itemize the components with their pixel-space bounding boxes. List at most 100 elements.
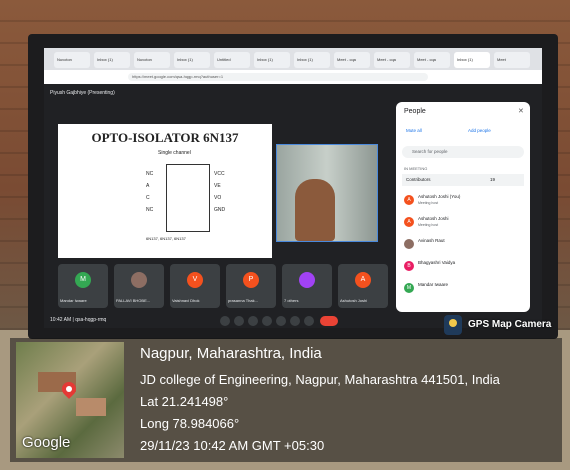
person-name: Ashutosh Joshi: [418, 216, 449, 221]
mic-button[interactable]: [220, 316, 230, 326]
list-item[interactable]: B Bhagyashri Vaidya: [402, 258, 524, 274]
browser-tab[interactable]: Meet: [494, 52, 530, 68]
browser-tab-bar: Nuvoton Inbox (1) Nuvoton Inbox (1) Untitled…: [44, 48, 542, 70]
participant-name: Mandar Iwaare: [60, 298, 87, 303]
contributors-header[interactable]: Contributors 19: [402, 174, 524, 186]
slide-subtitle: Single channel: [158, 150, 191, 156]
map-thumbnail: Google: [16, 342, 124, 458]
pin-label: VE: [214, 183, 221, 189]
people-panel-title: People: [404, 108, 426, 115]
location-latitude: Lat 21.241498°: [140, 394, 229, 409]
presenter-label: Piyush Gajbhiye (Presenting): [50, 90, 115, 96]
shared-slide: OPTO-ISOLATOR 6N137 Single channel NC A C N…: [58, 124, 272, 258]
person-name: Avinash Raut: [418, 238, 445, 243]
pin-label: VCC: [214, 171, 225, 177]
avatar: A: [404, 217, 414, 227]
avatar: [404, 239, 414, 249]
present-button[interactable]: [276, 316, 286, 326]
mute-all-button[interactable]: Mute all: [406, 128, 422, 133]
person-role: Meeting host: [418, 223, 439, 227]
participant-name: 7 others: [284, 298, 299, 303]
speaker-person: [295, 179, 335, 241]
pin-label: GND: [214, 207, 226, 213]
location-datetime: 29/11/23 10:42 AM GMT +05:30: [140, 438, 325, 453]
url-field[interactable]: https://meet.google.com/qsa-hqgp-rmq?aut…: [128, 73, 428, 81]
participant-tile[interactable]: 7 others: [282, 264, 332, 308]
location-city: Nagpur, Maharashtra, India: [140, 345, 322, 362]
google-logo: Google: [22, 434, 71, 451]
people-panel: People ✕ Mute all Add people Search for …: [396, 102, 530, 312]
list-item[interactable]: M Mandar Iwaare: [402, 280, 524, 296]
gps-camera-icon: [444, 315, 462, 335]
participant-tile[interactable]: A Ashutosh Joshi: [338, 264, 388, 308]
avatar: [131, 272, 147, 288]
pin-label: C: [146, 195, 150, 201]
person-name: Mandar Iwaare: [418, 282, 449, 287]
participant-tile[interactable]: Pprasanna Thak...: [226, 264, 276, 308]
contributors-label: Contributors: [406, 177, 431, 182]
avatar: [299, 272, 315, 288]
part-numbers: 6N137, 6N137, 6N137: [146, 236, 186, 241]
browser-tab[interactable]: Meet - cqa: [334, 52, 370, 68]
avatar: A: [355, 272, 371, 288]
add-people-button[interactable]: Add people: [468, 128, 491, 133]
browser-tab[interactable]: Untitled: [214, 52, 250, 68]
avatar: M: [75, 272, 91, 288]
location-address: JD college of Engineering, Nagpur, Mahar…: [140, 372, 500, 387]
pin-label: VO: [214, 195, 222, 201]
right-pin-labels: VCC VE VO GND: [214, 168, 225, 216]
monitor-screen: Nuvoton Inbox (1) Nuvoton Inbox (1) Untitled…: [44, 48, 542, 328]
search-people-input[interactable]: Search for people: [402, 146, 524, 158]
list-item[interactable]: Avinash Raut: [402, 236, 524, 252]
pin-label: NC: [146, 207, 154, 213]
left-pin-labels: NC A C NC: [146, 168, 153, 216]
participant-tile[interactable]: M Mandar Iwaare: [58, 264, 108, 308]
avatar: A: [404, 195, 414, 205]
meeting-time: 10:42 AM | qsa-hqgp-rmq: [50, 317, 107, 323]
speaker-video[interactable]: [276, 144, 378, 242]
location-longitude: Long 78.984066°: [140, 416, 240, 431]
slide-title: OPTO-ISOLATOR 6N137: [91, 130, 239, 145]
list-item[interactable]: A Ashutosh Joshi (You) Meeting host: [402, 192, 524, 208]
in-meeting-heading: IN MEETING: [404, 166, 428, 171]
person-name: Bhagyashri Vaidya: [418, 260, 456, 265]
gps-camera-label: GPS Map Camera: [468, 319, 552, 330]
leave-call-button[interactable]: [320, 316, 338, 326]
browser-tab[interactable]: Nuvoton: [54, 52, 90, 68]
pin-label: A: [146, 183, 150, 189]
avatar: M: [404, 283, 414, 293]
person-role: Meeting host: [418, 201, 439, 205]
contributors-count: 19: [490, 177, 496, 182]
browser-tab[interactable]: Inbox (1): [174, 52, 210, 68]
browser-tab[interactable]: Nuvoton: [134, 52, 170, 68]
map-building: [76, 398, 106, 416]
captions-button[interactable]: [248, 316, 258, 326]
participant-tiles: M Mandar Iwaare PALLAVI BHOBE... V Vaishnavi…: [58, 264, 388, 312]
pin-label: NC: [146, 171, 154, 177]
browser-tab[interactable]: Inbox (1): [454, 52, 490, 68]
avatar: P: [243, 272, 259, 288]
person-name: Ashutosh Joshi (You): [418, 194, 461, 199]
avatar: B: [404, 261, 414, 271]
browser-tab[interactable]: Meet - cqa: [414, 52, 450, 68]
participant-name: PALLAVI BHOBE...: [116, 298, 151, 303]
participant-name: Ashutosh Joshi: [340, 298, 368, 303]
participant-name: Vaishnavi Dhok: [172, 298, 200, 303]
raise-hand-button[interactable]: [290, 316, 300, 326]
browser-tab[interactable]: Inbox (1): [94, 52, 130, 68]
participant-name: prasanna Thak...: [228, 298, 258, 303]
camera-button[interactable]: [234, 316, 244, 326]
browser-tab[interactable]: Inbox (1): [294, 52, 330, 68]
list-item[interactable]: A Ashutosh Joshi Meeting host: [402, 214, 524, 230]
browser-tab[interactable]: Inbox (1): [254, 52, 290, 68]
participant-tile[interactable]: V Vaishnavi Dhok: [170, 264, 220, 308]
browser-url-bar: https://meet.google.com/qsa-hqgp-rmq?aut…: [44, 70, 542, 84]
participant-tile[interactable]: PALLAVI BHOBE...: [114, 264, 164, 308]
avatar: V: [187, 272, 203, 288]
gps-camera-badge: GPS Map Camera: [440, 313, 562, 337]
more-options-button[interactable]: [304, 316, 314, 326]
browser-tab[interactable]: Meet - cqa: [374, 52, 410, 68]
close-icon[interactable]: ✕: [518, 107, 524, 115]
emoji-button[interactable]: [262, 316, 272, 326]
chip-diagram: [166, 164, 210, 232]
